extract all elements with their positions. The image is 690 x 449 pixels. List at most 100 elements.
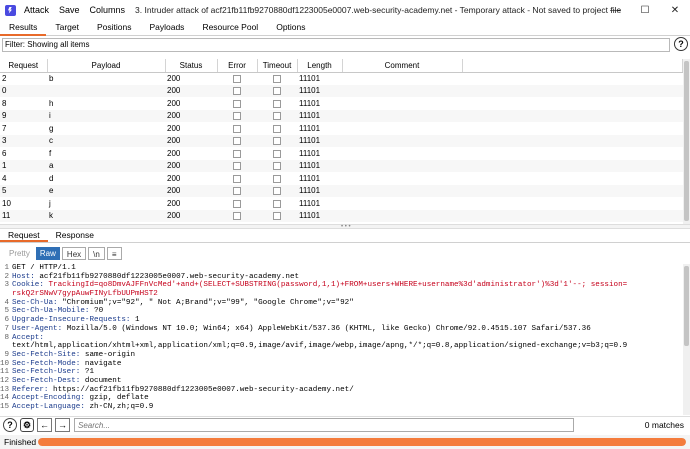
tab-request[interactable]: Request bbox=[0, 229, 48, 242]
maximize-button[interactable]: ☐ bbox=[630, 0, 660, 20]
cell-payload: f bbox=[49, 148, 52, 158]
column-header-error[interactable]: Error bbox=[217, 59, 258, 73]
column-header-status[interactable]: Status bbox=[165, 59, 218, 73]
progress-fill bbox=[38, 438, 686, 446]
match-count: 0 matches bbox=[644, 420, 684, 430]
cell-blank bbox=[462, 172, 683, 185]
line-number bbox=[0, 290, 12, 299]
cell-comment bbox=[342, 84, 462, 97]
cell-status: 200 bbox=[167, 173, 181, 183]
tab-results[interactable]: Results bbox=[0, 20, 47, 36]
cell-payload: k bbox=[47, 209, 165, 222]
header-key: Sec-Ch-Ua: bbox=[12, 298, 58, 307]
menu-columns[interactable]: Columns bbox=[90, 5, 126, 15]
help-icon[interactable]: ? bbox=[674, 37, 688, 51]
header-key: Sec-Fetch-Mode: bbox=[12, 359, 81, 368]
cell-request: 2 bbox=[2, 74, 7, 83]
cell-error bbox=[217, 184, 257, 197]
cell-comment bbox=[342, 72, 462, 85]
gear-icon[interactable]: ⚙ bbox=[20, 418, 34, 432]
cell-length: 11101 bbox=[297, 109, 342, 122]
code-line: 7 User-Agent: Mozilla/5.0 (Windows NT 10.… bbox=[0, 325, 683, 334]
column-header-timeout[interactable]: Timeout bbox=[257, 59, 298, 73]
header-value: document bbox=[80, 376, 122, 385]
code-line: 6 Upgrade-Insecure-Requests: 1 bbox=[0, 316, 683, 325]
tab-target[interactable]: Target bbox=[46, 20, 88, 36]
raw-button[interactable]: Raw bbox=[35, 247, 60, 260]
next-match-icon[interactable]: → bbox=[55, 418, 70, 432]
menu-save[interactable]: Save bbox=[59, 5, 80, 15]
header-key: Sec-Ch-Ua-Mobile: bbox=[12, 307, 90, 316]
line-number: 3 bbox=[4, 281, 9, 290]
cell-error bbox=[217, 172, 257, 185]
cell-payload: c bbox=[47, 134, 165, 147]
close-button[interactable]: ✕ bbox=[660, 0, 690, 20]
timeout-checkbox bbox=[273, 137, 281, 146]
column-header-comment[interactable]: Comment bbox=[342, 59, 463, 73]
table-row[interactable]: 0 200 11101 bbox=[0, 84, 683, 97]
error-checkbox bbox=[233, 212, 241, 221]
search-input[interactable] bbox=[74, 418, 574, 432]
cell-length: 11101 bbox=[297, 209, 342, 222]
table-row[interactable]: 8 h 200 11101 bbox=[0, 97, 683, 110]
cell-length: 11101 bbox=[297, 134, 342, 147]
column-header-request[interactable]: Request bbox=[0, 59, 48, 73]
table-row[interactable]: 5 e 200 11101 bbox=[0, 184, 683, 197]
table-row[interactable]: 9 i 200 11101 bbox=[0, 109, 683, 122]
table-row[interactable]: 2 b 200 11101 bbox=[0, 72, 683, 85]
error-checkbox bbox=[233, 187, 241, 196]
cell-request: 3 bbox=[0, 134, 47, 147]
header-value: 1 bbox=[130, 316, 140, 325]
cell-blank bbox=[462, 209, 683, 222]
table-scrollbar[interactable] bbox=[683, 59, 690, 224]
cell-blank bbox=[462, 184, 683, 197]
pretty-button[interactable]: Pretty bbox=[5, 247, 34, 260]
table-row[interactable]: 7 g 200 11101 bbox=[0, 122, 683, 135]
table-row[interactable]: 10 j 200 11101 bbox=[0, 197, 683, 210]
menu-icon[interactable]: ≡ bbox=[106, 247, 122, 260]
newline-toggle-button[interactable]: \n bbox=[88, 247, 105, 260]
column-header-length[interactable]: Length bbox=[297, 59, 343, 73]
cell-request: 9 bbox=[0, 109, 47, 122]
header-value: rskQ2rSNwV7gypAuwFINyLfbUUPmHST2 bbox=[12, 290, 158, 299]
cell-error bbox=[217, 147, 257, 160]
cell-payload: h bbox=[49, 98, 54, 108]
cell-length: 11101 bbox=[299, 173, 321, 183]
error-checkbox bbox=[233, 87, 241, 96]
minimize-button[interactable]: — bbox=[600, 0, 630, 20]
tab-resource-pool[interactable]: Resource Pool bbox=[193, 20, 267, 36]
line-number: 13 bbox=[0, 385, 10, 394]
timeout-checkbox bbox=[273, 112, 281, 121]
cell-status: 200 bbox=[165, 84, 217, 97]
line-number: 1 bbox=[4, 264, 9, 272]
table-row[interactable]: 4 d 200 11101 bbox=[0, 172, 683, 185]
menu-attack[interactable]: Attack bbox=[24, 5, 49, 15]
header-value: ?1 bbox=[80, 368, 95, 377]
editor-scrollbar[interactable] bbox=[683, 264, 690, 415]
cell-timeout bbox=[257, 134, 297, 147]
cell-error bbox=[217, 159, 257, 172]
cell-request: 1 bbox=[0, 159, 47, 172]
tab-positions[interactable]: Positions bbox=[88, 20, 141, 36]
column-header-payload[interactable]: Payload bbox=[47, 59, 166, 73]
hex-button[interactable]: Hex bbox=[61, 247, 87, 260]
code-line: 2 Host: acf21fb11fb9270880df1223005e0007.… bbox=[0, 273, 683, 282]
timeout-checkbox bbox=[273, 199, 281, 208]
table-row[interactable]: 1 a 200 11101 bbox=[0, 159, 683, 172]
previous-match-icon[interactable]: ← bbox=[37, 418, 52, 432]
tab-response[interactable]: Response bbox=[48, 229, 102, 242]
cell-timeout bbox=[257, 109, 297, 122]
line-number: 5 bbox=[4, 307, 9, 316]
request-editor[interactable]: 1 GET / HTTP/1.1 2 Host: acf21fb11fb9270880… bbox=[0, 264, 683, 415]
code-line: 11 Sec-Fetch-User: ?1 bbox=[0, 368, 683, 377]
help-icon[interactable]: ? bbox=[3, 418, 17, 432]
results-filter[interactable]: Filter: Showing all items bbox=[2, 38, 670, 52]
cell-timeout bbox=[257, 97, 297, 110]
table-row[interactable]: 3 c 200 11101 bbox=[0, 134, 683, 147]
tab-payloads[interactable]: Payloads bbox=[140, 20, 193, 36]
tab-options[interactable]: Options bbox=[267, 20, 314, 36]
table-row[interactable]: 11 k 200 11101 bbox=[0, 209, 683, 222]
cell-length: 11101 bbox=[297, 84, 342, 97]
table-row[interactable]: 6 f 200 11101 bbox=[0, 147, 683, 160]
cell-request: 0 bbox=[0, 84, 47, 97]
